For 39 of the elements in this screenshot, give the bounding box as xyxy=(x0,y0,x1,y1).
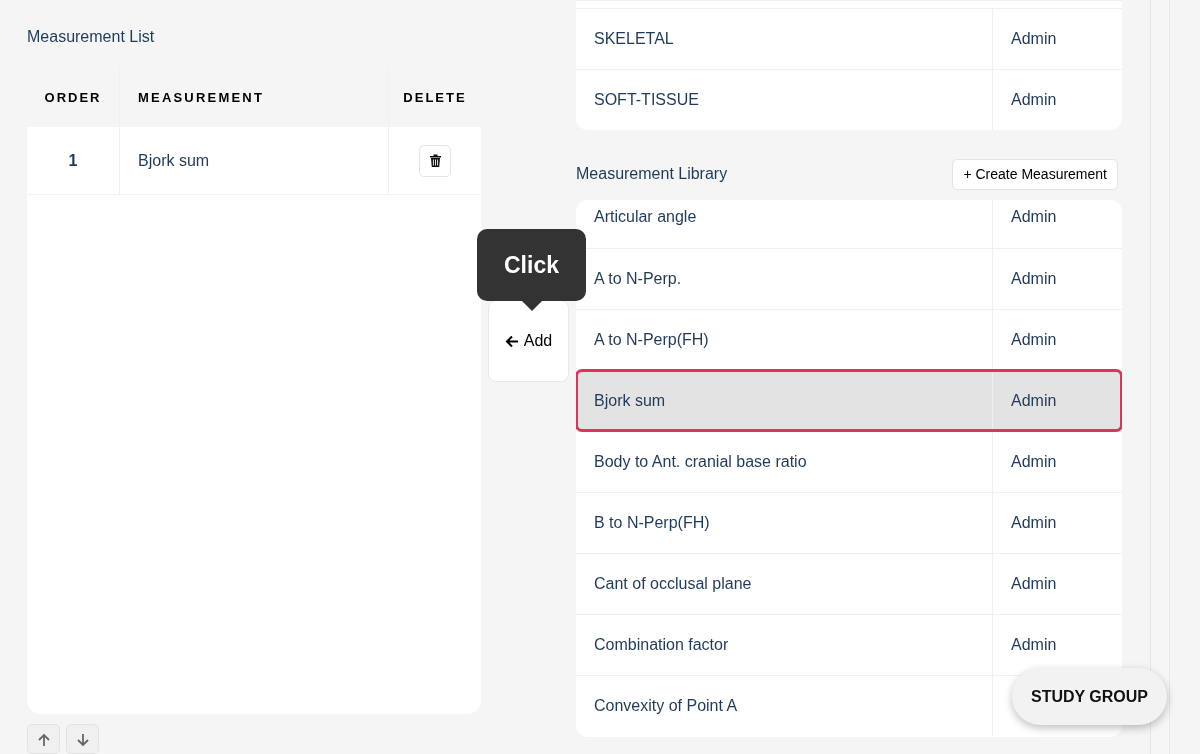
selected-library-row[interactable]: Bjork sum Admin xyxy=(576,370,1122,431)
column-header: ORDER xyxy=(27,68,120,127)
owner-cell: Admin xyxy=(1011,391,1057,410)
owner-cell: Admin xyxy=(1011,208,1057,226)
measurement-name-cell: Combination factor xyxy=(576,615,993,675)
measurement-cell: Bjork sum xyxy=(120,127,389,194)
measurement-name-cell: Body to Ant. cranial base ratio xyxy=(576,432,993,492)
measurement-name-cell: Articular angle xyxy=(576,200,993,248)
down-arrow-icon xyxy=(75,733,90,747)
create-measurement-button[interactable]: + Create Measurement xyxy=(952,158,1118,190)
tooltip-pointer xyxy=(521,301,542,311)
add-button[interactable]: Add xyxy=(488,300,569,382)
measurement-name-cell: Cant of occlusal plane xyxy=(576,554,993,614)
column-header: MEASUREMENT xyxy=(120,68,389,127)
group-name-cell: SKELETAL xyxy=(576,9,993,69)
order-cell: 1 xyxy=(27,127,120,194)
move-up-button[interactable] xyxy=(27,724,60,754)
section-title: Measurement Library xyxy=(576,165,728,183)
tooltip: Click xyxy=(477,229,586,301)
measurement-name-cell: B to N-Perp(FH) xyxy=(576,493,993,553)
delete-button[interactable] xyxy=(419,144,451,177)
owner-cell: Admin xyxy=(1011,270,1057,288)
left-arrow-icon xyxy=(504,334,519,348)
owner-cell: Admin xyxy=(1011,636,1057,654)
section-title: Measurement List xyxy=(27,28,156,46)
up-arrow-icon xyxy=(36,733,51,747)
trash-icon xyxy=(429,154,441,167)
owner-cell-text: Admin xyxy=(1010,29,1058,49)
group-name-cell: SOFT-TISSUE xyxy=(576,70,993,130)
owner-cell-text: Admin xyxy=(1010,90,1058,110)
owner-cell: Admin xyxy=(1011,575,1057,593)
column-header: DELETE xyxy=(402,89,468,107)
study-group-button[interactable]: STUDY GROUP xyxy=(1012,668,1167,725)
measurement-name-cell: Convexity of Point A xyxy=(576,676,993,736)
measurement-name-cell: Bjork sum xyxy=(576,370,993,431)
move-down-button[interactable] xyxy=(66,724,99,754)
owner-cell: Admin xyxy=(1011,453,1057,471)
owner-cell: Admin xyxy=(1011,514,1057,532)
owner-cell: Admin xyxy=(1011,331,1057,349)
